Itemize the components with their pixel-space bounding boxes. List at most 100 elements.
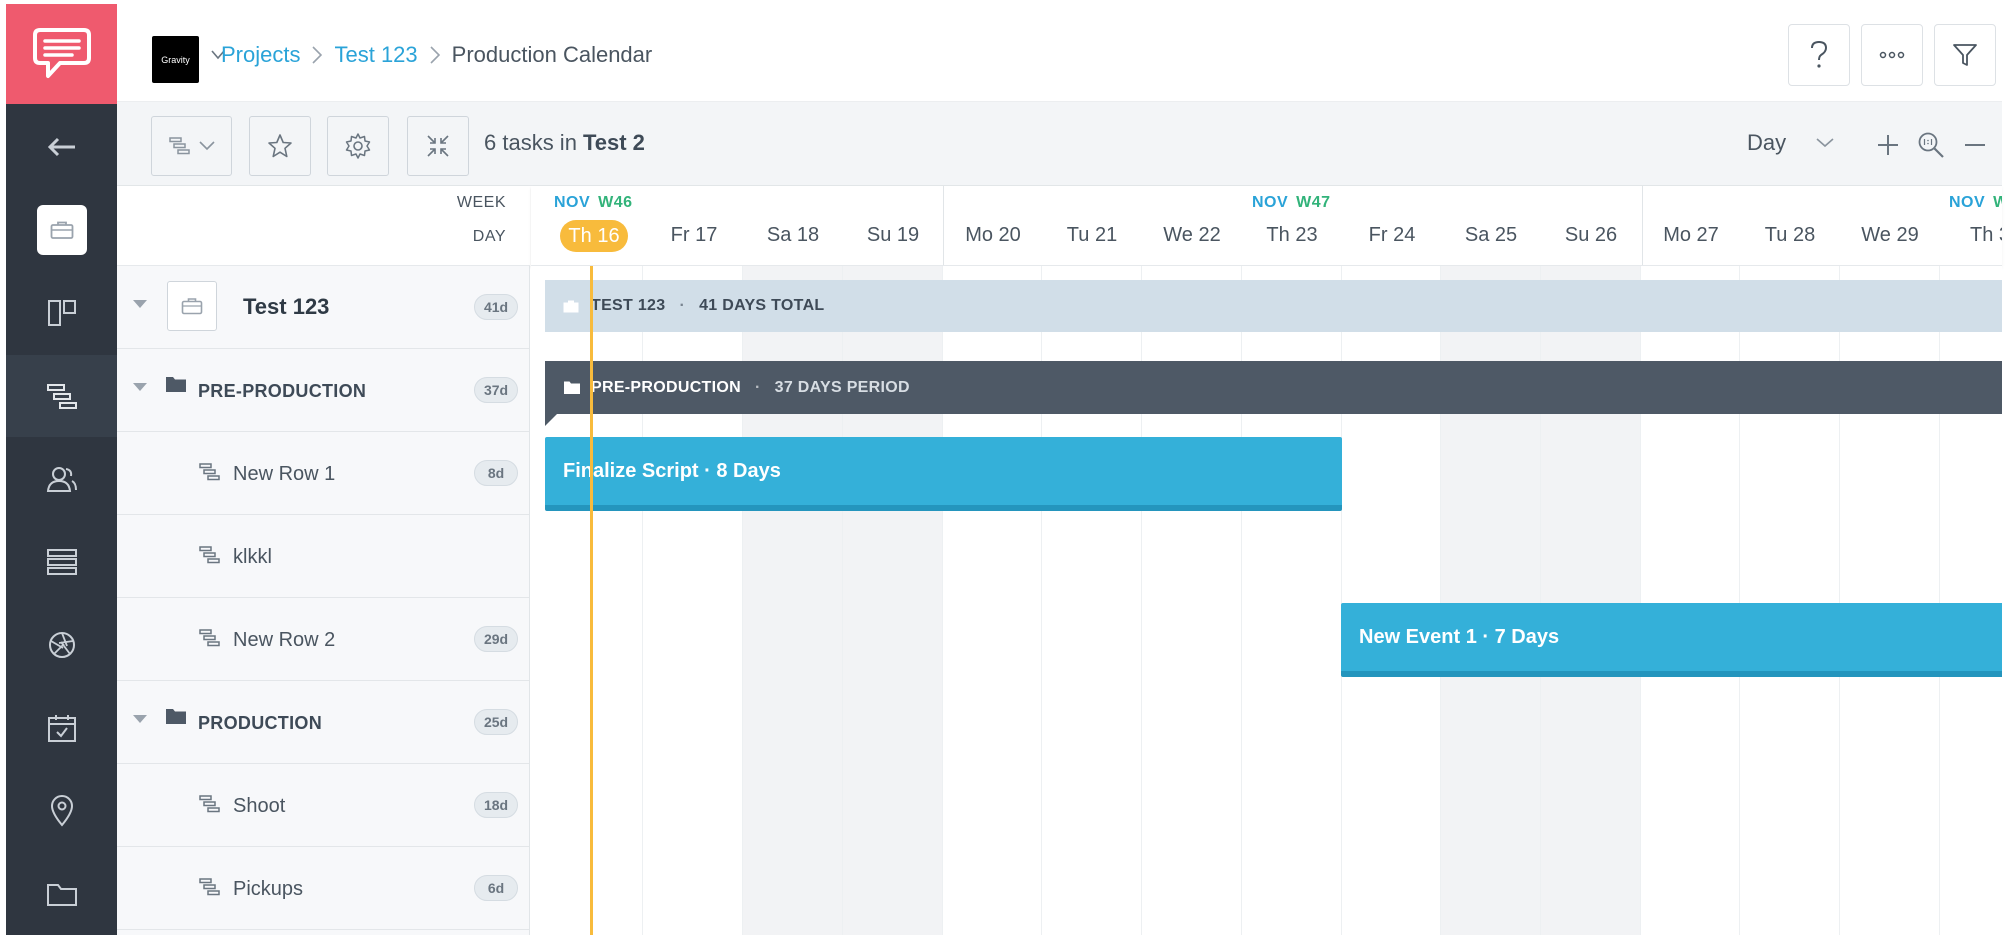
tree-row-group[interactable]: PRODUCTION 25d [117, 681, 529, 764]
task-bar[interactable]: New Event 1 · 7 Days [1341, 603, 2002, 677]
chevron-down-icon [1816, 138, 1834, 148]
zoom-reset-button[interactable] [1916, 130, 1946, 160]
week-month: NOV [1252, 194, 1289, 211]
filter-icon [1953, 44, 1977, 66]
tree-row-task[interactable]: New Row 2 29d [117, 598, 529, 681]
project-icon-box [167, 281, 217, 331]
tree-header: WEEK DAY [117, 186, 530, 266]
project-bar-title: TEST 123 [591, 297, 666, 314]
sidebar-item-project[interactable] [6, 189, 117, 271]
location-pin-icon [50, 795, 73, 827]
settings-button[interactable] [327, 116, 389, 176]
sidebar-item-files[interactable] [6, 853, 117, 935]
week-row-label: WEEK [456, 194, 506, 211]
tree-row-task[interactable]: New Row 1 8d [117, 432, 529, 515]
day-label[interactable]: Sa 25 [1441, 224, 1541, 247]
tree-row-project[interactable]: Test 123 41d [117, 266, 529, 349]
task-count: 6 tasks in Test 2 [484, 130, 645, 156]
day-label[interactable]: Tu 28 [1740, 224, 1840, 247]
sidebar-item-media[interactable] [6, 604, 117, 686]
duration-badge: 29d [474, 626, 518, 652]
sidebar-item-team[interactable] [6, 438, 117, 520]
separator-dot: · [754, 378, 761, 396]
duration-badge: 41d [474, 294, 518, 320]
day-label[interactable]: Sa 18 [743, 224, 843, 247]
sidebar-item-board[interactable] [6, 272, 117, 354]
favorite-button[interactable] [249, 116, 311, 176]
gear-icon [345, 133, 371, 159]
day-label[interactable]: Fr 17 [644, 224, 744, 247]
group-bar-detail: 37 DAYS PERIOD [774, 378, 910, 396]
task-title: New Row 1 [233, 463, 336, 485]
day-label[interactable]: Su 19 [843, 224, 943, 247]
more-dots-icon [1879, 51, 1905, 59]
breadcrumb-project[interactable]: Test 123 [334, 42, 417, 68]
duration-badge: 18d [474, 792, 518, 818]
chat-bubble-icon [32, 28, 91, 78]
timeline-grid[interactable]: TEST 123 · 41 DAYS TOTAL PRE-PRODUCTION … [531, 266, 2002, 935]
collapse-caret-icon[interactable] [133, 715, 147, 723]
collapse-caret-icon[interactable] [133, 300, 147, 308]
day-label[interactable]: Fr 24 [1342, 224, 1442, 247]
task-bar-label: New Event 1 · 7 Days [1359, 625, 1560, 648]
tree-row-group[interactable]: PRE-PRODUCTION 37d [117, 349, 529, 432]
breadcrumb-current-page: Production Calendar [451, 42, 653, 67]
project-summary-bar[interactable]: TEST 123 · 41 DAYS TOTAL [545, 280, 2002, 332]
zoom-level-dropdown[interactable]: Day [1747, 130, 1834, 156]
week-label: NOV W47 [1252, 194, 1331, 212]
sidebar-item-locations[interactable] [6, 770, 117, 852]
task-count-prefix: 6 tasks in [484, 130, 577, 155]
help-button[interactable] [1788, 24, 1850, 86]
sidebar-item-calendar-gantt[interactable] [6, 355, 117, 437]
gantt-row-icon [199, 463, 220, 481]
breadcrumb-projects[interactable]: Projects [221, 42, 300, 68]
zoom-out-button[interactable] [1960, 130, 1990, 160]
group-bar-notch [545, 414, 557, 426]
day-label[interactable]: Su 26 [1541, 224, 1641, 247]
folder-icon [166, 709, 186, 724]
group-summary-bar[interactable]: PRE-PRODUCTION · 37 DAYS PERIOD [545, 361, 2002, 414]
more-options-button[interactable] [1861, 24, 1923, 86]
gantt-icon [46, 384, 77, 409]
task-bar[interactable]: Finalize Script · 8 Days [545, 437, 1342, 511]
sidebar-item-schedule[interactable] [6, 687, 117, 769]
view-mode-dropdown[interactable] [151, 116, 232, 176]
duration-badge: 6d [474, 875, 518, 901]
day-label[interactable]: Tu 21 [1042, 224, 1142, 247]
app-logo[interactable] [6, 4, 117, 104]
calendar-check-icon [47, 715, 76, 742]
week-month: NOV [554, 194, 591, 211]
task-title: New Row 2 [233, 629, 336, 651]
timeline-header: NOV W46 NOV W47 NOV W Th 16 Fr 17 Sa 18 Su … [531, 186, 2002, 266]
plus-icon [1878, 135, 1898, 155]
tree-row-task[interactable]: klkkl [117, 515, 529, 598]
back-button[interactable] [6, 106, 117, 188]
week-number: W47 [1296, 194, 1331, 211]
day-label[interactable]: We 29 [1840, 224, 1940, 247]
collapse-caret-icon[interactable] [133, 383, 147, 391]
task-tree: Test 123 41d PRE-PRODUCTION 37d New Row … [117, 266, 530, 935]
day-label[interactable]: Th 23 [1242, 224, 1342, 247]
tree-row-task[interactable]: Pickups 6d [117, 847, 529, 930]
collapse-all-button[interactable] [407, 116, 469, 176]
org-logo[interactable]: Gravity [152, 36, 199, 83]
briefcase-icon [563, 300, 579, 312]
day-label[interactable]: Mo 20 [943, 224, 1043, 247]
chevron-down-icon [198, 141, 215, 151]
sidebar-item-list[interactable] [6, 521, 117, 603]
week-month: NOV [1949, 194, 1986, 211]
users-icon [46, 467, 77, 492]
gantt-icon [168, 137, 190, 155]
sidebar-selected-box [36, 205, 87, 255]
add-button[interactable] [1873, 130, 1903, 160]
chevron-right-icon [430, 46, 440, 64]
tree-row-task[interactable]: Shoot 18d [117, 764, 529, 847]
org-logo-text: Gravity [161, 54, 190, 65]
day-label[interactable]: We 22 [1142, 224, 1242, 247]
today-day-label[interactable]: Th 16 [560, 220, 628, 252]
folder-icon [46, 884, 77, 906]
day-label[interactable]: Th 3 [1940, 224, 2002, 247]
filter-button[interactable] [1934, 24, 1996, 86]
group-title: PRE-PRODUCTION [198, 381, 367, 401]
day-label[interactable]: Mo 27 [1641, 224, 1741, 247]
